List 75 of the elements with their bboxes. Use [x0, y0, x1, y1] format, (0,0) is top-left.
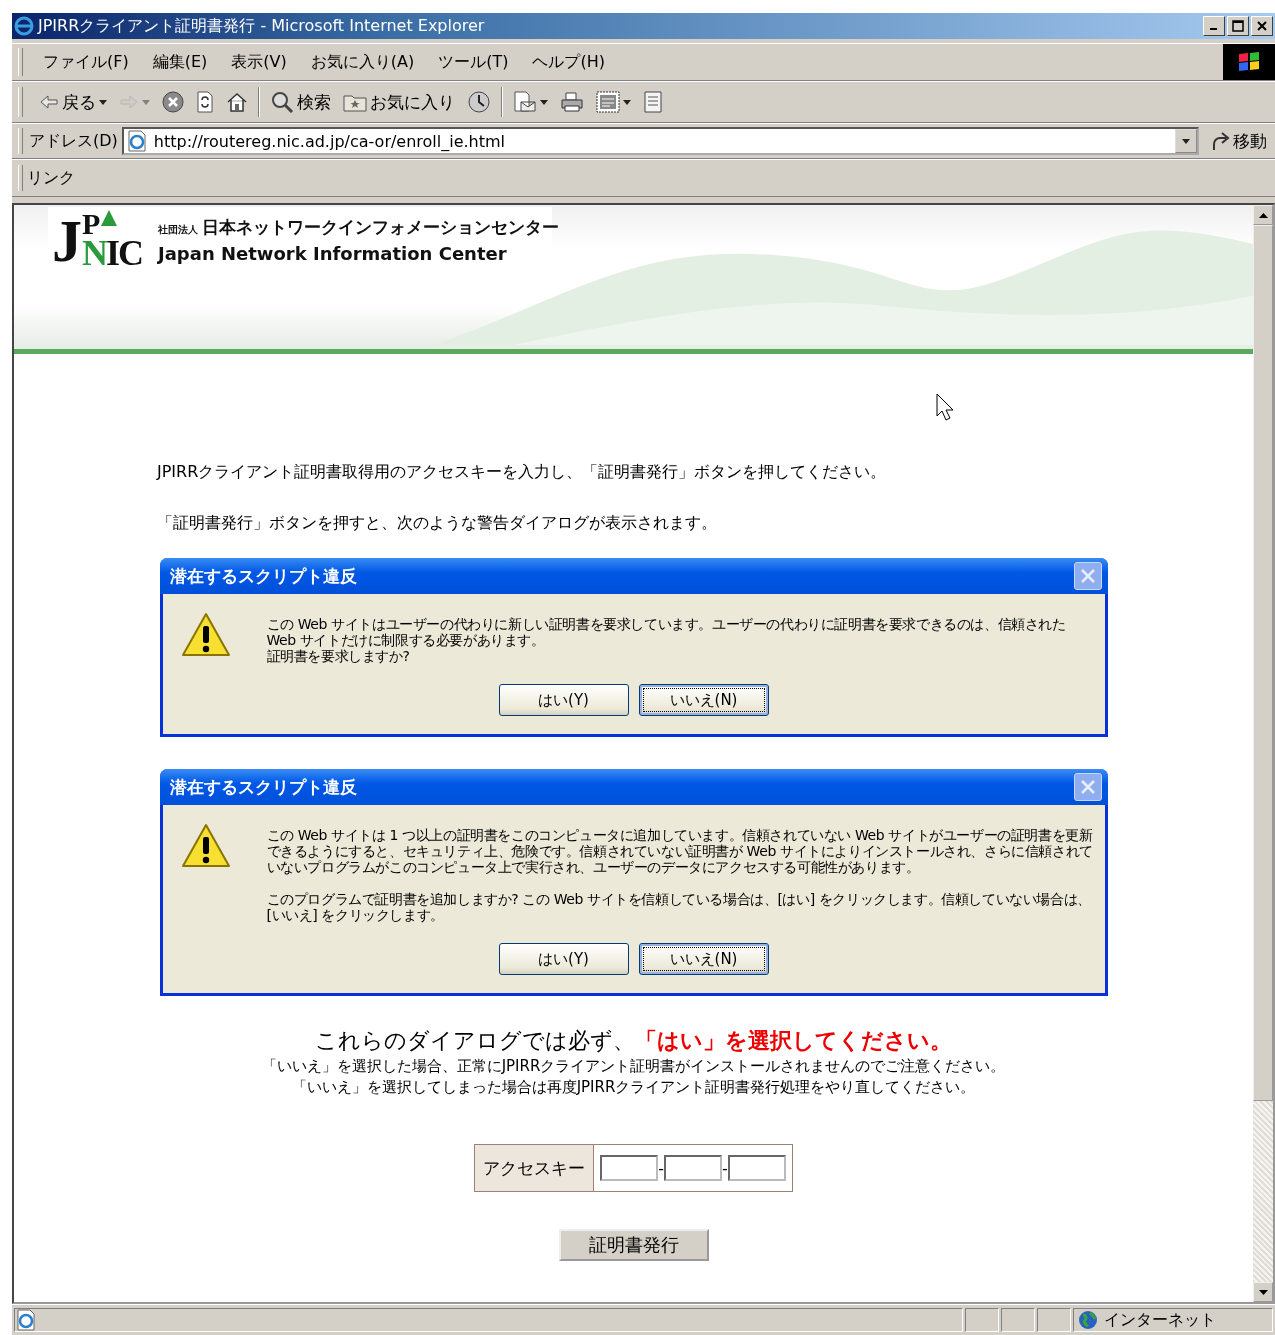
menu-item[interactable]: 表示(V) [219, 49, 299, 75]
menu-item[interactable]: ファイル(F) [31, 49, 141, 75]
address-field[interactable]: http://routereg.nic.ad.jp/ca-or/enroll_ie.html [121, 127, 1199, 155]
warning-icon [180, 612, 231, 658]
yes-button[interactable]: はい(Y) [498, 684, 629, 716]
dropdown-caret-icon[interactable] [1182, 138, 1190, 144]
notice-text: 「いいえ」を選択してしまった場合は再度JPIRRクライアント証明書発行処理をやり直してください。 [291, 1077, 976, 1098]
menu-item[interactable]: 編集(E) [140, 49, 220, 75]
close-icon[interactable] [1257, 21, 1267, 31]
access-key-label: アクセスキー [475, 1145, 595, 1191]
dropdown-caret-icon[interactable] [623, 99, 631, 105]
maximize-icon[interactable] [1232, 20, 1244, 32]
org-name: 日本ネットワークインフォメーションセンター [202, 216, 559, 239]
links-label[interactable]: リンク [27, 167, 75, 189]
dropdown-button[interactable] [1175, 129, 1197, 153]
status-panel [1037, 1308, 1071, 1332]
printer-icon[interactable] [560, 91, 584, 113]
menu-item[interactable]: お気に入り(A) [298, 49, 427, 75]
warning-icon [180, 823, 231, 869]
dropdown-caret-icon[interactable] [99, 99, 107, 105]
notice-heading: これらのダイアログでは必ず、「はい」を選択してください。 [315, 1027, 952, 1055]
globe-icon [1078, 1310, 1098, 1330]
house-icon[interactable] [226, 92, 248, 112]
maximize-button[interactable] [1227, 16, 1249, 36]
menu-item[interactable]: ツール(T) [426, 49, 521, 75]
instruction-text: 「証明書発行」ボタンを押すと、次のような警告ダイアログが表示されます。 [157, 513, 718, 534]
dialog-title: 潜在するスクリプト違反 [169, 564, 357, 588]
curved-arrow-icon[interactable] [1211, 130, 1231, 152]
dialog-message: この Web サイトはユーザーの代わりに新しい証明書を要求しています。ユーザーの代わりに証明書を要求できるのは、信頼された Web サイトだけに制限する必要があります。 [266, 616, 1067, 648]
page-icon[interactable] [643, 91, 663, 113]
refresh-icon[interactable] [196, 91, 214, 113]
instruction-text: JPIRRクライアント証明書取得用のアクセスキーを入力し、「証明書発行」ボタンを押してください。 [157, 462, 888, 483]
favorites-button[interactable]: お気に入り [337, 88, 461, 116]
back-arrow-icon[interactable] [39, 93, 59, 111]
document-edit-icon[interactable] [596, 91, 620, 113]
stop-icon[interactable] [162, 91, 184, 113]
address-label: アドレス(D) [29, 130, 118, 152]
menu-item[interactable]: ヘルプ(H) [520, 49, 617, 75]
search-button[interactable]: 検索 [264, 88, 337, 116]
access-key-field[interactable] [727, 1155, 786, 1181]
dialog-message: 証明書を要求しますか? [266, 648, 411, 664]
page-icon [125, 130, 148, 152]
dialog-message: このプログラムで証明書を追加しますか? この Web サイトを信頼している場合は、[はい] をクリックします。信頼していない場合は、[いいえ] をクリックします。 [266, 891, 1092, 923]
dash-separator: - [722, 1158, 728, 1178]
zone-label: インターネット [1104, 1309, 1216, 1331]
window-title: JPIRRクライアント証明書発行 - Microsoft Internet Explorer [38, 15, 486, 37]
no-button[interactable]: いいえ(N) [638, 684, 769, 716]
flag-logo-icon [1223, 44, 1275, 80]
org-name-english: Japan Network Information Center [158, 243, 508, 264]
status-panel [1001, 1308, 1035, 1332]
go-button[interactable]: 移動 [1203, 129, 1275, 153]
no-button[interactable]: いいえ(N) [638, 943, 769, 975]
envelope-icon[interactable] [513, 91, 537, 113]
up-arrow-icon[interactable] [1258, 212, 1268, 218]
cursor-icon [936, 393, 956, 423]
folder-star-icon[interactable] [343, 92, 367, 112]
dialog-title: 潜在するスクリプト違反 [169, 775, 357, 799]
status-panel [965, 1308, 999, 1332]
minimize-button[interactable] [1203, 16, 1225, 36]
browser-icon [14, 16, 34, 36]
access-key-field[interactable] [600, 1155, 659, 1181]
yes-button[interactable]: はい(Y) [498, 943, 629, 975]
notice-text: 「いいえ」を選択した場合、正常にJPIRRクライアント証明書がインストールされませんのでご注意ください。 [261, 1056, 1006, 1077]
scrollbar[interactable] [1253, 205, 1273, 1302]
dropdown-caret-icon[interactable] [540, 99, 548, 105]
down-arrow-icon[interactable] [1258, 1289, 1268, 1295]
clock-icon[interactable] [467, 91, 491, 113]
search-icon[interactable] [270, 91, 294, 113]
access-key-field[interactable] [664, 1155, 722, 1181]
dash-separator: - [658, 1158, 664, 1178]
org-type-label: 社団法人 [158, 223, 198, 237]
back-button[interactable]: 戻る [33, 88, 113, 116]
issue-certificate-button[interactable]: 証明書発行 [558, 1229, 709, 1261]
dialog-message: この Web サイトは 1 つ以上の証明書をこのコンピュータに追加しています。信頼されていない Web サイトがユーザーの証明書を更新できるようにすると、セキュリティ上、危険です。信頼されていない証明書が Web サイトによりインストールされ、さらに信頼されていないプログラムがこのコンピュータ上で実行され、ユーザーのデータにアクセスする可能性があります。 [266, 827, 1094, 875]
page-icon [15, 1309, 37, 1331]
